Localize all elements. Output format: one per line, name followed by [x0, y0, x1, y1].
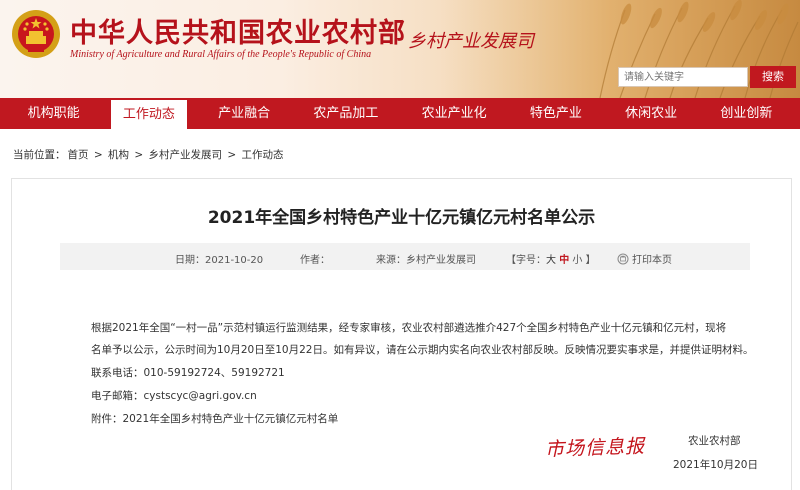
signature-organization: 农业农村部	[688, 435, 741, 447]
breadcrumb-home[interactable]: 首页	[68, 149, 89, 161]
fontsize-close: 】	[585, 255, 596, 266]
national-emblem-icon	[12, 10, 60, 58]
meta-date-value: 2021-10-20	[205, 255, 264, 266]
article-panel: 2021年全国乡村特色产业十亿元镇亿元村名单公示 日期：2021-10-20 作…	[11, 178, 792, 490]
nav-item-gongzuodongtai[interactable]: 工作动态	[110, 98, 187, 129]
search-input[interactable]	[618, 67, 748, 87]
fontsize-big-link[interactable]: 大	[546, 255, 556, 266]
breadcrumb-separator: >	[93, 149, 103, 161]
meta-author-label: 作者：	[300, 255, 330, 266]
breadcrumb-current[interactable]: 工作动态	[242, 149, 284, 161]
site-header: 中华人民共和国农业农村部 Ministry of Agriculture and…	[0, 0, 800, 98]
breadcrumb-separator: >	[134, 149, 144, 161]
breadcrumb-prefix: 当前位置：	[13, 149, 66, 161]
search-button[interactable]: 搜索	[750, 66, 796, 88]
signature-date: 2021年10月20日	[673, 459, 758, 471]
print-label: 打印本页	[632, 255, 672, 266]
fontsize-open: 【字号：	[506, 255, 546, 266]
article-body-line-1: 根据2021年全国“一村一品”示范村镇运行监测结果，经专家审核，农业农村部遴选推…	[91, 322, 727, 334]
breadcrumb-separator: >	[227, 149, 237, 161]
nav-item-teseshanye[interactable]: 特色产业	[518, 98, 594, 129]
article-title: 2021年全国乡村特色产业十亿元镇亿元村名单公示	[207, 208, 596, 228]
watermark-logo: 市场信息报	[544, 435, 646, 461]
article-body-line-2: 名单予以公示，公示时间为10月20日至10月22日。如有异议，请在公示期内实名向…	[91, 344, 754, 356]
site-title-en: Ministry of Agriculture and Rural Affair…	[70, 49, 372, 60]
breadcrumb: 当前位置： 首页 > 机构 > 乡村产业发展司 > 工作动态	[13, 147, 286, 162]
site-title-cn: 中华人民共和国农业农村部	[70, 18, 406, 49]
nav-item-nongyechanyehua[interactable]: 农业产业化	[410, 98, 499, 129]
meta-date-label: 日期：	[175, 255, 205, 266]
meta-source: 来源：乡村产业发展司	[376, 251, 476, 266]
meta-date: 日期：2021-10-20	[175, 251, 263, 266]
meta-source-label: 来源：	[376, 255, 406, 266]
meta-source-value: 乡村产业发展司	[406, 255, 476, 266]
contact-email: 电子邮箱：cystscyc@agri.gov.cn	[91, 390, 257, 402]
nav-item-chanyeronghe[interactable]: 产业融合	[206, 98, 282, 129]
meta-author: 作者：	[300, 251, 330, 266]
main-nav: 机构职能 工作动态 产业融合 农产品加工 农业产业化 特色产业 休闲农业 创业创…	[0, 98, 800, 129]
attachment-link[interactable]: 附件：2021年全国乡村特色产业十亿元镇亿元村名单	[91, 411, 338, 426]
fontsize-mid-link[interactable]: 中	[559, 255, 569, 266]
nav-item-xiuxiannongye[interactable]: 休闲农业	[613, 98, 689, 129]
print-link[interactable]: 打印本页	[617, 251, 672, 266]
contact-phone: 联系电话：010-59192724、59192721	[91, 367, 285, 379]
nav-item-jigouzhineng[interactable]: 机构职能	[16, 98, 92, 129]
article-meta-bar: 日期：2021-10-20 作者： 来源：乡村产业发展司 【字号：大 中 小 】…	[60, 243, 750, 270]
fontsize-small-link[interactable]: 小	[572, 255, 582, 266]
nav-item-chuangyechuangxin[interactable]: 创业创新	[708, 98, 784, 129]
meta-fontsize: 【字号：大 中 小 】	[506, 251, 596, 266]
breadcrumb-dept[interactable]: 乡村产业发展司	[149, 149, 223, 161]
nav-item-nongchanpinjiagong[interactable]: 农产品加工	[301, 98, 390, 129]
breadcrumb-jigou[interactable]: 机构	[108, 149, 129, 161]
print-icon	[617, 253, 629, 265]
department-name: 乡村产业发展司	[408, 31, 534, 52]
